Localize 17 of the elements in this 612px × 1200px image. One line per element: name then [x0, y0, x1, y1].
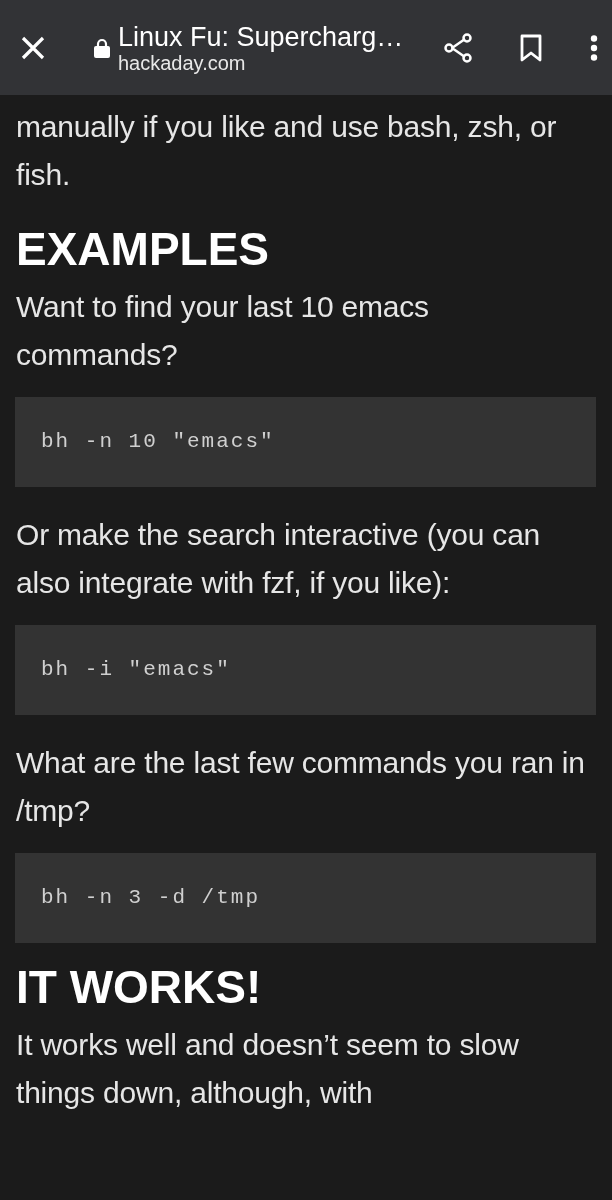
- paragraph: Want to find your last 10 emacs commands?: [16, 289, 430, 373]
- share-icon[interactable]: [444, 32, 472, 63]
- code-text: bh -n 3 -d /tmp: [41, 885, 261, 912]
- paragraph: What are the last few commands you ran in /tmp?: [16, 745, 586, 829]
- paragraph: Or make the search interactive (you can also integrate with fzf, if you like):: [16, 517, 542, 601]
- paragraph: It works well and doesn’t seem to slow things down, although, with: [16, 1027, 520, 1111]
- close-icon[interactable]: [20, 34, 46, 61]
- page-domain: hackaday.com: [118, 51, 246, 74]
- code-text: bh -n 10 "emacs": [41, 429, 275, 456]
- paragraph: manually if you like and use bash, zsh, or fish.: [16, 109, 558, 193]
- menu-icon[interactable]: [590, 34, 598, 61]
- section-heading: EXAMPLES: [16, 222, 271, 277]
- section-heading: IT WORKS!: [16, 960, 263, 1015]
- lock-icon: [94, 37, 110, 58]
- bookmark-icon[interactable]: [520, 33, 542, 62]
- page-title: Linux Fu: Supercharg…: [118, 21, 405, 52]
- code-text: bh -i "emacs": [41, 657, 231, 684]
